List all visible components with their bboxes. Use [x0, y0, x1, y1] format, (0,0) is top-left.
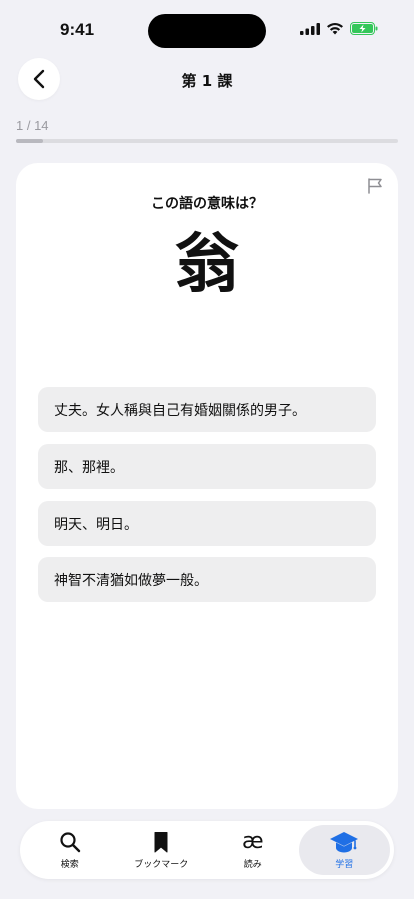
question-prompt: この語の意味は？: [151, 196, 263, 212]
graduation-cap-icon: [330, 832, 359, 853]
tab-label: 学習: [335, 860, 354, 870]
answer-choice-2[interactable]: 那、那裡。: [38, 444, 376, 489]
status-time: 9:41: [60, 20, 95, 39]
answer-choice-1[interactable]: 丈夫。女人稱與自己有婚姻關係的男子。: [38, 387, 376, 432]
answer-choice-4[interactable]: 神智不清猶如做夢一般。: [38, 557, 376, 602]
tab-search[interactable]: 検索: [24, 825, 116, 875]
progress-bar: [16, 139, 398, 143]
tab-label: 読み: [243, 860, 262, 870]
ae-ligature-icon: æ: [241, 829, 264, 854]
tab-label: 検索: [60, 860, 79, 870]
tab-study[interactable]: 学習: [298, 825, 390, 875]
tab-bookmarks[interactable]: ブックマーク: [116, 825, 208, 875]
quiz-word: 翁: [175, 228, 239, 302]
bookmark-icon: [154, 832, 168, 853]
progress-counter: 1 / 14: [16, 118, 49, 133]
tab-label: ブックマーク: [134, 860, 189, 870]
answer-choice-3[interactable]: 明天、明日。: [38, 501, 376, 546]
page-title: 第 1 課: [181, 72, 233, 90]
quiz-card: この語の意味は？ 翁 丈夫。女人稱與自己有婚姻關係的男子。 那、那裡。 明天、明…: [16, 163, 398, 809]
search-icon: [60, 832, 80, 853]
cellular-signal-icon: [300, 22, 320, 35]
dynamic-island: [148, 14, 266, 48]
wifi-icon: [327, 23, 343, 35]
progress-bar-fill: [16, 139, 44, 143]
tab-bar: 検索 ブックマーク æ 読み 学習: [20, 821, 394, 879]
battery-charging-icon: [350, 22, 378, 35]
tab-reading[interactable]: æ 読み: [207, 825, 299, 875]
status-icons: [300, 22, 378, 35]
status-bar: 9:41: [0, 0, 414, 56]
